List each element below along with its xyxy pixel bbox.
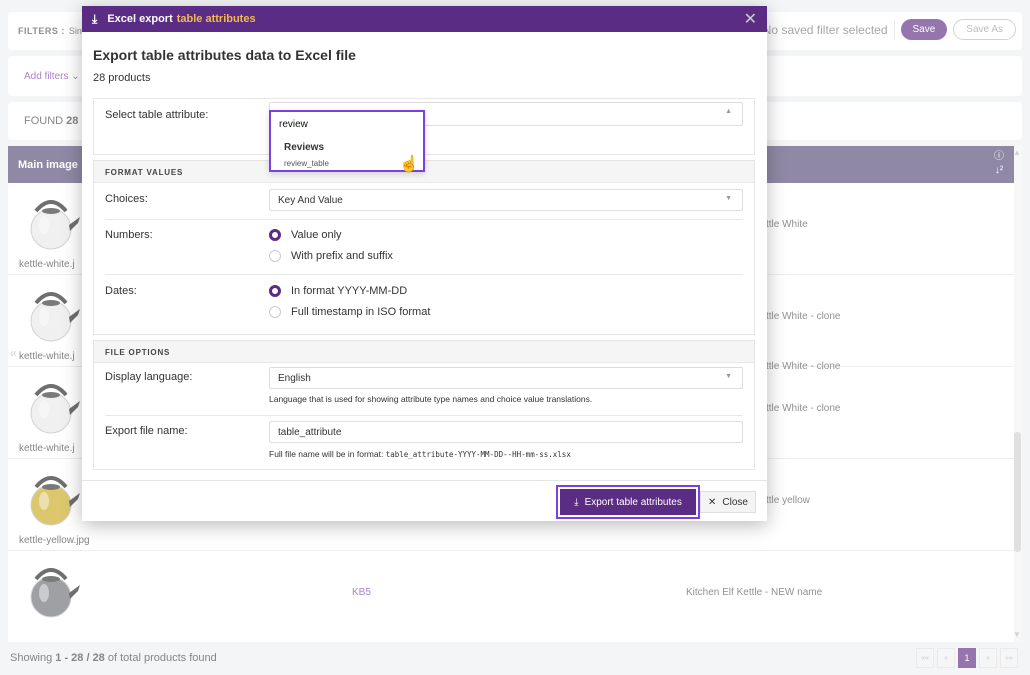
select-attribute-label: Select table attribute: (105, 109, 209, 121)
modal-title: Export table attributes data to Excel fi… (93, 47, 356, 63)
excel-export-modal: ⤓ Excel export table attributes ✕ Export… (82, 6, 767, 521)
export-file-name-input[interactable] (269, 421, 743, 443)
modal-footer: ⤓ Export table attributes ✕ Close (82, 480, 767, 521)
table-attribute-dropdown: review Reviews review_table ☝ (269, 110, 425, 173)
choices-label: Choices: (105, 193, 148, 205)
dropdown-option-code: review_table (284, 159, 329, 168)
display-language-select[interactable]: English ▼ (269, 367, 743, 389)
divider (105, 415, 743, 416)
numbers-label: Numbers: (105, 229, 153, 241)
download-icon: ⤓ (574, 496, 579, 508)
close-icon[interactable]: ✕ (744, 9, 757, 29)
display-language-help: Language that is used for showing attrib… (269, 394, 593, 404)
divider (105, 219, 743, 220)
modal-header-title: Excel export (107, 13, 173, 25)
download-icon: ⤓ (92, 11, 98, 26)
format-values-panel: FORMAT VALUES Choices: Key And Value ▼ N… (93, 160, 755, 335)
divider (105, 274, 743, 275)
export-file-name-label: Export file name: (105, 425, 188, 437)
dates-label: Dates: (105, 285, 137, 297)
display-language-value: English (278, 373, 311, 384)
numbers-value-only-radio[interactable]: Value only (269, 229, 342, 241)
dropdown-option-reviews[interactable]: Reviews (284, 142, 324, 153)
table-attribute-search-input[interactable]: review (279, 119, 308, 130)
radio-empty-icon (269, 250, 281, 262)
dates-format-radio[interactable]: In format YYYY-MM-DD (269, 285, 407, 297)
display-language-label: Display language: (105, 371, 193, 383)
chevron-up-icon: ▲ (725, 108, 732, 115)
file-options-panel: FILE OPTIONS Display language: English ▼… (93, 340, 755, 470)
file-options-heading: FILE OPTIONS (94, 341, 754, 363)
chevron-down-icon: ▼ (725, 373, 732, 380)
modal-header-highlight: table attributes (176, 13, 256, 25)
radio-selected-icon (269, 229, 281, 241)
radio-selected-icon (269, 285, 281, 297)
numbers-prefix-suffix-radio[interactable]: With prefix and suffix (269, 250, 393, 262)
hand-cursor-icon: ☝ (399, 156, 419, 173)
export-file-name-help: Full file name will be in format: table_… (269, 449, 571, 459)
modal-subtitle: 28 products (93, 72, 151, 84)
chevron-down-icon: ▼ (725, 195, 732, 202)
modal-header: ⤓ Excel export table attributes ✕ (82, 6, 767, 32)
export-table-attributes-button[interactable]: ⤓ Export table attributes (556, 485, 700, 519)
choices-select[interactable]: Key And Value ▼ (269, 189, 743, 211)
close-button[interactable]: ✕ Close (700, 491, 756, 513)
choices-value: Key And Value (278, 195, 343, 206)
radio-empty-icon (269, 306, 281, 318)
dates-iso-radio[interactable]: Full timestamp in ISO format (269, 306, 430, 318)
close-icon: ✕ (708, 496, 717, 508)
